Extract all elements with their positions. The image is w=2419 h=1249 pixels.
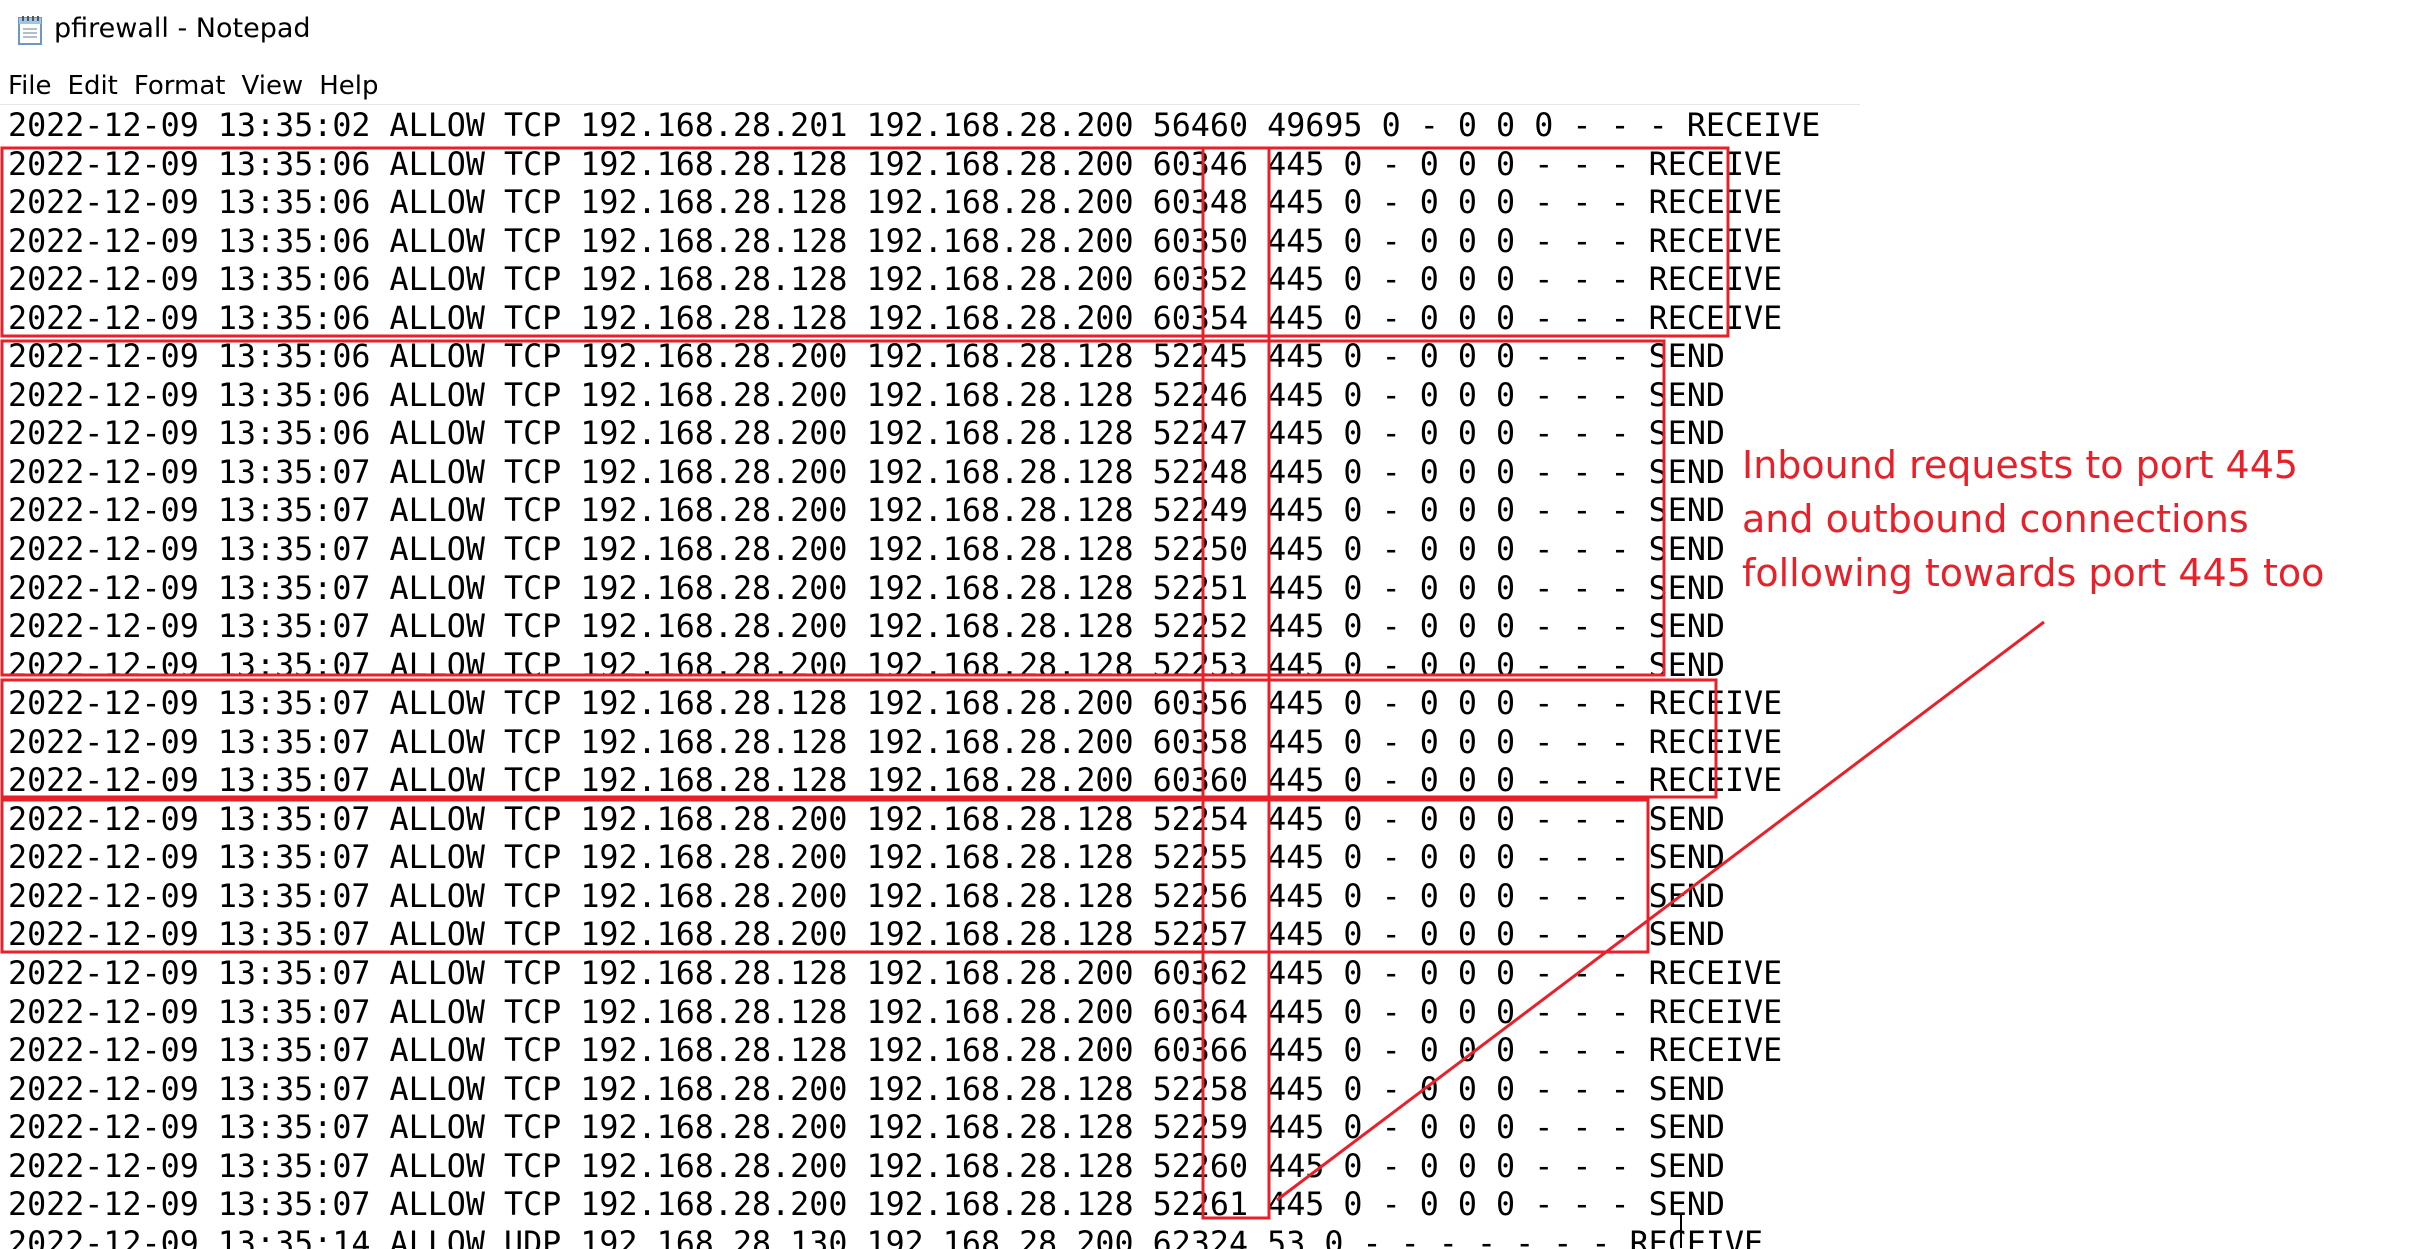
log-line: 2022-12-09 13:35:07 ALLOW TCP 192.168.28… <box>8 1033 1783 1070</box>
menu-file[interactable]: File <box>0 66 60 106</box>
log-line: 2022-12-09 13:35:07 ALLOW TCP 192.168.28… <box>8 647 1725 684</box>
log-line: 2022-12-09 13:35:07 ALLOW TCP 192.168.28… <box>8 878 1725 915</box>
log-line: 2022-12-09 13:35:07 ALLOW TCP 192.168.28… <box>8 686 1783 723</box>
log-line: 2022-12-09 13:35:07 ALLOW TCP 192.168.28… <box>8 763 1783 800</box>
menu-edit[interactable]: Edit <box>60 66 126 106</box>
menu-format[interactable]: Format <box>126 66 234 106</box>
log-line: 2022-12-09 13:35:07 ALLOW TCP 192.168.28… <box>8 917 1725 954</box>
text-editor[interactable]: 2022-12-09 13:35:02 ALLOW TCP 192.168.28… <box>0 104 1860 1249</box>
log-line: 2022-12-09 13:35:07 ALLOW TCP 192.168.28… <box>8 454 1725 491</box>
log-line: 2022-12-09 13:35:07 ALLOW TCP 192.168.28… <box>8 570 1725 607</box>
log-line: 2022-12-09 13:35:06 ALLOW TCP 192.168.28… <box>8 300 1783 337</box>
menu-view[interactable]: View <box>234 66 312 106</box>
log-line: 2022-12-09 13:35:02 ALLOW TCP 192.168.28… <box>8 108 1821 144</box>
log-line: 2022-12-09 13:35:07 ALLOW TCP 192.168.28… <box>8 840 1725 877</box>
log-line: 2022-12-09 13:35:06 ALLOW TCP 192.168.28… <box>8 416 1725 453</box>
menu-bar: File Edit Format View Help <box>0 66 386 106</box>
text-caret <box>1680 1214 1682 1248</box>
log-line: 2022-12-09 13:35:07 ALLOW TCP 192.168.28… <box>8 994 1783 1031</box>
log-line: 2022-12-09 13:35:06 ALLOW TCP 192.168.28… <box>8 377 1725 414</box>
annotation-line: Inbound requests to port 445 <box>1742 443 2299 487</box>
annotation-line: and outbound connections <box>1742 497 2249 541</box>
log-line: 2022-12-09 13:35:07 ALLOW TCP 192.168.28… <box>8 956 1783 993</box>
annotation-callout: Inbound requests to port 445 and outboun… <box>1742 438 2382 600</box>
log-line: 2022-12-09 13:35:07 ALLOW TCP 192.168.28… <box>8 801 1725 838</box>
log-line: 2022-12-09 13:35:07 ALLOW TCP 192.168.28… <box>8 493 1725 530</box>
log-line: 2022-12-09 13:35:07 ALLOW TCP 192.168.28… <box>8 1148 1725 1185</box>
annotation-line: following towards port 445 too <box>1742 551 2325 595</box>
title-bar: pfirewall - Notepad <box>0 0 2419 62</box>
log-line: 2022-12-09 13:35:07 ALLOW TCP 192.168.28… <box>8 1187 1725 1224</box>
log-line: 2022-12-09 13:35:06 ALLOW TCP 192.168.28… <box>8 223 1783 260</box>
log-line: 2022-12-09 13:35:06 ALLOW TCP 192.168.28… <box>8 339 1725 376</box>
log-line: 2022-12-09 13:35:07 ALLOW TCP 192.168.28… <box>8 724 1783 761</box>
menu-help[interactable]: Help <box>311 66 386 106</box>
log-line: 2022-12-09 13:35:14 ALLOW UDP 192.168.28… <box>8 1225 1764 1249</box>
notepad-icon <box>16 14 44 46</box>
window-title: pfirewall - Notepad <box>54 13 311 44</box>
log-text: 2022-12-09 13:35:02 ALLOW TCP 192.168.28… <box>8 107 1820 1249</box>
log-line: 2022-12-09 13:35:07 ALLOW TCP 192.168.28… <box>8 1110 1725 1147</box>
log-line: 2022-12-09 13:35:07 ALLOW TCP 192.168.28… <box>8 532 1725 569</box>
log-line: 2022-12-09 13:35:07 ALLOW TCP 192.168.28… <box>8 1071 1725 1108</box>
log-line: 2022-12-09 13:35:06 ALLOW TCP 192.168.28… <box>8 262 1783 299</box>
log-line: 2022-12-09 13:35:06 ALLOW TCP 192.168.28… <box>8 185 1783 222</box>
log-line: 2022-12-09 13:35:07 ALLOW TCP 192.168.28… <box>8 609 1725 646</box>
log-line: 2022-12-09 13:35:06 ALLOW TCP 192.168.28… <box>8 146 1783 183</box>
